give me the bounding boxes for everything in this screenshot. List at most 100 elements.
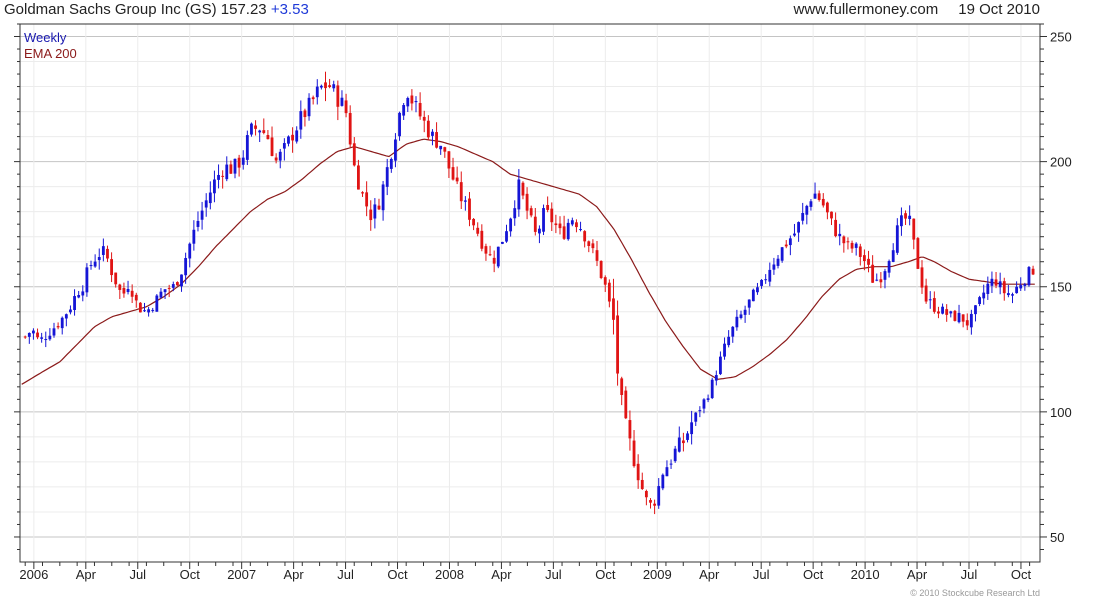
candle-down [583,231,587,242]
candle-down [110,259,113,276]
candle-up [97,257,101,261]
candle-up [756,287,759,293]
candle-up [85,267,89,293]
y-tick-label: 250 [1050,30,1072,45]
candle-down [850,242,854,249]
candle-down [114,272,118,285]
candle-up [48,335,52,340]
candle-up [40,337,44,339]
candle-up [566,222,570,240]
candle-up [788,238,792,246]
candle-down [628,420,632,439]
candle-up [398,112,401,137]
candle-up [739,314,743,318]
candle-up [52,328,56,336]
candle-up [81,291,85,296]
candle-down [640,479,644,489]
candle-down [175,282,179,286]
candle-down [620,378,624,395]
candle-down [455,177,459,182]
candle-down [834,219,838,237]
candle-down [361,192,364,194]
candle-up [159,291,163,298]
candle-up [295,130,299,142]
candle-down [562,226,566,239]
candle-up [278,151,282,161]
candle-up [974,305,977,315]
candle-up [883,271,887,280]
candle-up [394,139,397,161]
x-tick-label: Oct [1011,567,1032,582]
candle-down [858,246,862,257]
candle-up [570,220,574,225]
candle-up [509,218,513,232]
candle-down [365,192,369,207]
candle-down [920,267,924,288]
candle-down [612,298,615,320]
candle-up [949,311,953,314]
candle-up [661,474,665,489]
candle-down [266,135,270,140]
candle-up [414,101,418,103]
candle-up [60,317,64,329]
x-tick-label: Jul [961,567,978,582]
candle-down [130,290,134,297]
plot-frame [19,23,1041,563]
candle-down [603,277,607,285]
candle-up [101,246,105,255]
candle-up [213,179,216,194]
candle-up [772,264,776,270]
x-axis: 2006 Apr Jul Oct 2007 Apr Jul Oct 2008 Apr Jul Oct 2… [19,562,1031,582]
candle-up [1015,286,1019,294]
candle-down [965,320,969,326]
candle-down [328,85,332,88]
candle-down [916,238,920,269]
candle-up [32,330,35,334]
candle-down [492,257,496,264]
candle-down [644,490,648,498]
candle-down [237,157,241,168]
candle-up [307,97,311,117]
candle-down [932,298,936,312]
candle-up [986,283,990,294]
candle-down [336,85,340,107]
candle-up [188,243,192,259]
candle-up [900,215,903,227]
candle-up [978,297,982,304]
candle-down [599,260,603,279]
candle-up [751,289,755,302]
candle-down [784,244,788,247]
candle-down [451,167,455,180]
candle-down [867,258,870,265]
candle-down [846,241,850,243]
x-tick-label: Apr [491,567,512,582]
candle-down [23,336,27,338]
candle-down [134,294,138,301]
candle-down [937,311,940,314]
candle-down [595,250,599,261]
x-tick-label: Apr [699,567,720,582]
candle-down [830,211,833,219]
candle-down [817,193,821,200]
candle-up [204,200,208,208]
candle-down [587,241,591,247]
candle-down [352,143,356,166]
candle-up [319,85,323,88]
candle-up [887,261,891,273]
x-tick-label: Oct [803,567,824,582]
candle-down [254,125,257,129]
candle-down [825,202,829,213]
candle-down [607,282,611,302]
candle-up [184,258,188,276]
candle-down [291,134,295,141]
candle-up [838,233,842,237]
candle-up [385,167,389,187]
candle-up [250,123,253,135]
candle-up [505,231,508,242]
candle-up [332,84,336,89]
candle-down [554,223,558,226]
candle-down [459,182,463,202]
candle-down [418,102,422,117]
candle-down [994,279,998,286]
legend-weekly: Weekly [24,30,67,45]
